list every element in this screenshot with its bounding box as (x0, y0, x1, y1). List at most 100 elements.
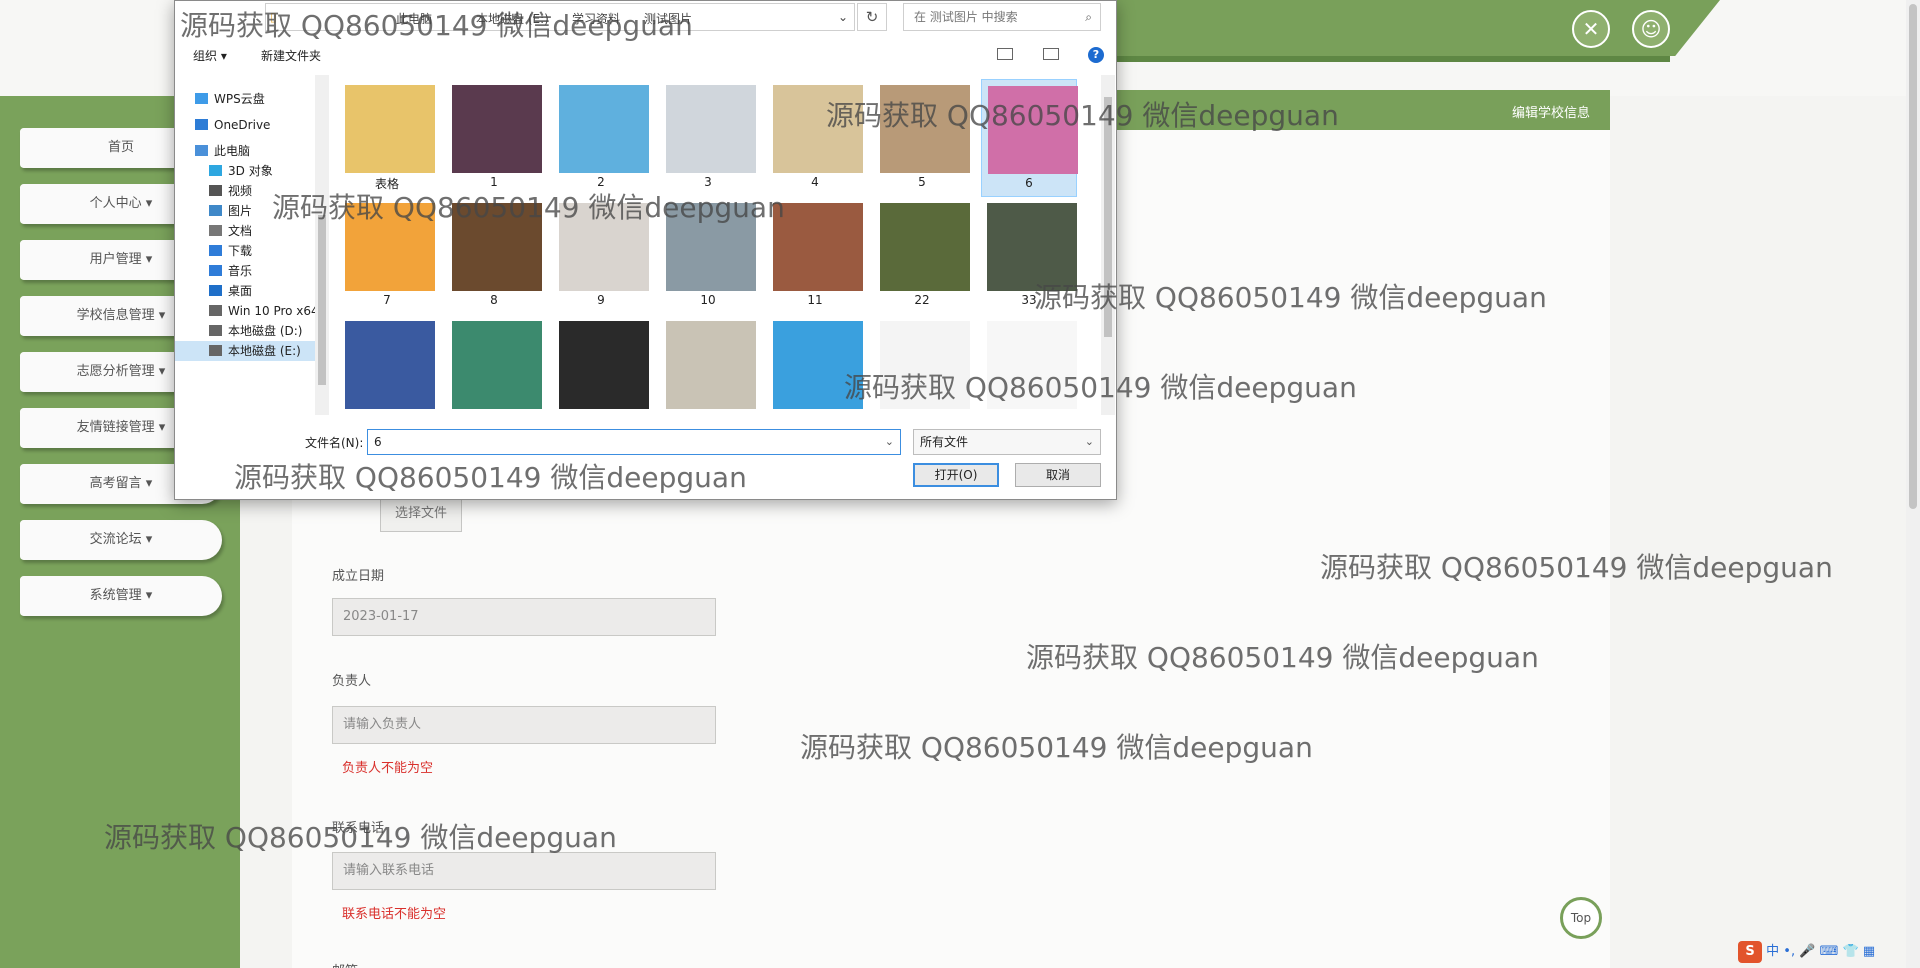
filename-input[interactable]: 6 ⌄ (367, 429, 901, 455)
tree-item[interactable]: 此电脑 (195, 141, 250, 161)
person-label: 负责人 (332, 674, 372, 689)
page-scrollbar-thumb[interactable] (1909, 4, 1917, 509)
file-name: 5 (918, 175, 926, 189)
file-thumbnail (773, 203, 863, 291)
watermark: 源码获取 QQ86050149 微信deepguan (826, 99, 1339, 132)
tree-item-label: 视频 (228, 184, 253, 198)
file-item[interactable] (553, 315, 649, 415)
file-name: 8 (490, 293, 498, 307)
top-bar-accent (1080, 0, 1720, 56)
file-item[interactable] (660, 315, 756, 415)
watermark: 源码获取 QQ86050149 微信deepguan (844, 371, 1357, 404)
tree-item[interactable]: 音乐 (209, 261, 252, 281)
tree-item-icon (195, 93, 208, 104)
ime-lang[interactable]: 中 (1766, 944, 1779, 959)
file-open-dialog: ▯ 此电脑 本地磁盘 (E:) 学习资料 测试图片 ⌄ ↻ 在 测试图片 中搜索… (174, 0, 1117, 500)
sidebar-item-system[interactable]: 系统管理 ▾ (20, 576, 222, 616)
ime-logo-icon: S (1738, 941, 1762, 963)
tree-item-icon (209, 285, 222, 296)
filename-value: 6 (374, 435, 382, 449)
tree-item[interactable]: 图片 (209, 201, 252, 221)
search-placeholder: 在 测试图片 中搜索 (914, 10, 1018, 24)
chevron-down-icon[interactable]: ⌄ (838, 10, 848, 24)
organize-menu[interactable]: 组织 ▾ (193, 47, 227, 64)
file-name: 6 (1025, 176, 1033, 190)
file-thumbnail (666, 85, 756, 173)
grid-icon: ▦ (1862, 944, 1876, 959)
chevron-down-icon[interactable]: ⌄ (1085, 430, 1094, 454)
file-item[interactable]: 22 (874, 197, 970, 315)
person-field[interactable]: 请输入负责人 (332, 706, 716, 744)
tree-item-label: 文档 (228, 224, 253, 238)
ime-toolbar[interactable]: S 中 •, 🎤 ⌨ 👕 ▦ (1738, 940, 1916, 964)
found-date-label: 成立日期 (332, 569, 385, 584)
tree-item[interactable]: 视频 (209, 181, 252, 201)
cancel-button[interactable]: 取消 (1015, 463, 1101, 487)
preview-pane-icon[interactable] (1043, 48, 1059, 60)
sidebar-item-label: 学校信息管理 ▾ (76, 308, 166, 323)
file-name: 11 (807, 293, 823, 307)
watermark: 源码获取 QQ86050149 微信deepguan (104, 821, 617, 854)
sidebar-item-label: 交流论坛 ▾ (89, 532, 153, 547)
phone-field[interactable]: 请输入联系电话 (332, 852, 716, 890)
tree-item[interactable]: OneDrive (195, 115, 270, 135)
fullscreen-exit-icon[interactable]: ✕ (1572, 10, 1610, 48)
tree-item[interactable]: 文档 (209, 221, 252, 241)
tree-item-label: OneDrive (214, 118, 271, 132)
search-icon: ⌕ (1085, 10, 1092, 24)
sidebar-item-label: 友情链接管理 ▾ (76, 420, 166, 435)
file-item[interactable]: 2 (553, 79, 649, 197)
search-input[interactable]: 在 测试图片 中搜索 ⌕ (903, 3, 1101, 31)
file-thumbnail (452, 321, 542, 409)
file-thumbnail (559, 321, 649, 409)
tree-item-label: 本地磁盘 (E:) (228, 344, 301, 358)
tree-item[interactable]: 本地磁盘 (E:) (175, 341, 315, 361)
tree-item[interactable]: Win 10 Pro x64 (209, 301, 319, 321)
tree-item-label: WPS云盘 (214, 92, 265, 106)
filetype-select[interactable]: 所有文件 ⌄ (913, 429, 1101, 455)
watermark: 源码获取 QQ86050149 微信deepguan (180, 9, 693, 42)
help-icon[interactable]: ? (1088, 47, 1104, 63)
page-scrollbar[interactable] (1906, 0, 1920, 968)
back-to-top-button[interactable]: Top (1560, 897, 1602, 939)
tree-item[interactable]: 桌面 (209, 281, 252, 301)
tree-item-icon (209, 225, 222, 236)
watermark: 源码获取 QQ86050149 微信deepguan (272, 191, 785, 224)
sidebar-item-label: 高考留言 ▾ (89, 476, 153, 491)
open-button[interactable]: 打开(O) (913, 463, 999, 487)
user-icon[interactable]: ☺ (1632, 10, 1670, 48)
file-thumbnail (345, 321, 435, 409)
phone-error: 联系电话不能为空 (342, 907, 447, 922)
sidebar-item-forum[interactable]: 交流论坛 ▾ (20, 520, 222, 560)
chevron-down-icon[interactable]: ⌄ (885, 430, 894, 454)
file-item[interactable]: 3 (660, 79, 756, 197)
tree-item-icon (195, 119, 208, 130)
tree-item[interactable]: 本地磁盘 (D:) (209, 321, 302, 341)
tree-item[interactable]: WPS云盘 (195, 89, 265, 109)
view-options-icon[interactable] (997, 48, 1013, 60)
file-item[interactable]: 1 (446, 79, 542, 197)
top-bar-accent-line (1080, 56, 1670, 62)
file-item[interactable] (446, 315, 542, 415)
tree-item-label: 下载 (228, 244, 253, 258)
file-name: 10 (700, 293, 716, 307)
sidebar-item-label: 用户管理 ▾ (89, 252, 153, 267)
navigation-scrollbar[interactable] (315, 75, 329, 415)
file-name: 22 (914, 293, 930, 307)
tree-item[interactable]: 3D 对象 (209, 161, 273, 181)
choose-file-button[interactable]: 选择文件 (380, 496, 462, 532)
tree-item-icon (209, 345, 222, 356)
file-item[interactable] (339, 315, 435, 415)
new-folder-button[interactable]: 新建文件夹 (261, 47, 321, 64)
tree-item[interactable]: 下载 (209, 241, 252, 261)
tree-item-icon (209, 165, 222, 176)
found-date-field[interactable]: 2023-01-17 (332, 598, 716, 636)
refresh-icon[interactable]: ↻ (857, 3, 887, 31)
tree-item-label: 图片 (228, 204, 253, 218)
sidebar-item-label: 系统管理 ▾ (89, 588, 153, 603)
ime-punct-icon: •, (1783, 944, 1796, 959)
file-thumbnail (666, 321, 756, 409)
file-item[interactable]: 表格 (339, 79, 435, 197)
skin-icon: 👕 (1842, 944, 1859, 959)
navigation-scrollbar-thumb[interactable] (318, 215, 326, 385)
